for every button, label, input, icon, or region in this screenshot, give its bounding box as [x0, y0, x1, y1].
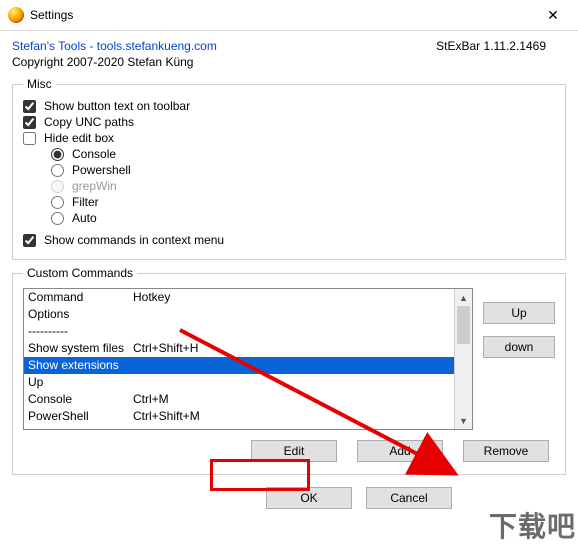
radio-grepwin: grepWin: [51, 179, 555, 193]
context-menu-checkbox[interactable]: Show commands in context menu: [23, 233, 555, 247]
list-header-hotkey: Hotkey: [133, 289, 450, 306]
add-button[interactable]: Add: [357, 440, 443, 462]
shell-radio-group: Console Powershell grepWin Filter Auto: [51, 147, 555, 225]
list-item-command: Console: [28, 391, 133, 408]
remove-button[interactable]: Remove: [463, 440, 549, 462]
titlebar: Settings ✕: [0, 0, 578, 31]
radio-filter[interactable]: Filter: [51, 195, 555, 209]
list-item-command: Show extensions: [28, 357, 133, 374]
list-item-command: PowerShell: [28, 408, 133, 425]
radio-auto-input[interactable]: [51, 212, 64, 225]
copy-unc-input[interactable]: [23, 116, 36, 129]
list-item-command: Options: [28, 306, 133, 323]
app-icon: [8, 7, 24, 23]
radio-powershell-input[interactable]: [51, 164, 64, 177]
watermark-label: 下载吧: [489, 505, 576, 545]
hide-edit-checkbox[interactable]: Hide edit box: [23, 131, 555, 145]
list-item-command: Up: [28, 374, 133, 391]
radio-powershell[interactable]: Powershell: [51, 163, 555, 177]
homepage-link[interactable]: Stefan's Tools - tools.stefankueng.com: [12, 39, 217, 53]
list-item[interactable]: Up: [24, 374, 454, 391]
show-button-text-checkbox[interactable]: Show button text on toolbar: [23, 99, 555, 113]
commands-listview[interactable]: CommandHotkeyOptions----------Show syste…: [23, 288, 473, 430]
radio-console[interactable]: Console: [51, 147, 555, 161]
commands-legend: Custom Commands: [23, 266, 137, 280]
ok-button[interactable]: OK: [266, 487, 352, 509]
list-item-hotkey: [133, 357, 450, 374]
list-item-hotkey: Ctrl+Shift+M: [133, 408, 450, 425]
context-menu-label: Show commands in context menu: [44, 233, 224, 247]
list-item-hotkey: [133, 323, 450, 340]
scroll-down-arrow-icon[interactable]: ▼: [455, 412, 472, 429]
scroll-thumb[interactable]: [457, 306, 470, 344]
list-scrollbar[interactable]: ▲ ▼: [454, 289, 472, 429]
radio-console-label: Console: [72, 147, 116, 161]
copy-unc-label: Copy UNC paths: [44, 115, 134, 129]
show-button-text-label: Show button text on toolbar: [44, 99, 190, 113]
radio-powershell-label: Powershell: [72, 163, 131, 177]
copy-unc-checkbox[interactable]: Copy UNC paths: [23, 115, 555, 129]
edit-button[interactable]: Edit: [251, 440, 337, 462]
context-menu-input[interactable]: [23, 234, 36, 247]
radio-console-input[interactable]: [51, 148, 64, 161]
misc-legend: Misc: [23, 77, 56, 91]
hide-edit-label: Hide edit box: [44, 131, 114, 145]
custom-commands-group: Custom Commands CommandHotkeyOptions----…: [12, 266, 566, 475]
copyright-label: Copyright 2007-2020 Stefan Küng: [12, 55, 566, 69]
list-item-command: Show system files: [28, 340, 133, 357]
radio-auto-label: Auto: [72, 211, 97, 225]
list-item-hotkey: [133, 374, 450, 391]
radio-auto[interactable]: Auto: [51, 211, 555, 225]
list-item-command: ----------: [28, 323, 133, 340]
list-item-hotkey: Ctrl+Shift+H: [133, 340, 450, 357]
list-item[interactable]: PowerShellCtrl+Shift+M: [24, 408, 454, 425]
down-button[interactable]: down: [483, 336, 555, 358]
list-item-hotkey: Ctrl+M: [133, 391, 450, 408]
scroll-up-arrow-icon[interactable]: ▲: [455, 289, 472, 306]
radio-grepwin-input: [51, 180, 64, 193]
hide-edit-input[interactable]: [23, 132, 36, 145]
window-title: Settings: [30, 8, 73, 22]
list-header-row: CommandHotkey: [24, 289, 454, 306]
list-item[interactable]: ConsoleCtrl+M: [24, 391, 454, 408]
up-button[interactable]: Up: [483, 302, 555, 324]
radio-grepwin-label: grepWin: [72, 179, 117, 193]
misc-group: Misc Show button text on toolbar Copy UN…: [12, 77, 566, 260]
close-button[interactable]: ✕: [530, 0, 576, 30]
radio-filter-label: Filter: [72, 195, 99, 209]
list-item[interactable]: Show extensions: [24, 357, 454, 374]
radio-filter-input[interactable]: [51, 196, 64, 209]
close-icon: ✕: [547, 8, 559, 22]
list-item[interactable]: Options: [24, 306, 454, 323]
list-item-hotkey: [133, 306, 450, 323]
list-item[interactable]: ----------: [24, 323, 454, 340]
cancel-button[interactable]: Cancel: [366, 487, 452, 509]
list-header-command: Command: [28, 289, 133, 306]
version-label: StExBar 1.11.2.1469: [436, 39, 546, 53]
list-item[interactable]: Show system filesCtrl+Shift+H: [24, 340, 454, 357]
show-button-text-input[interactable]: [23, 100, 36, 113]
